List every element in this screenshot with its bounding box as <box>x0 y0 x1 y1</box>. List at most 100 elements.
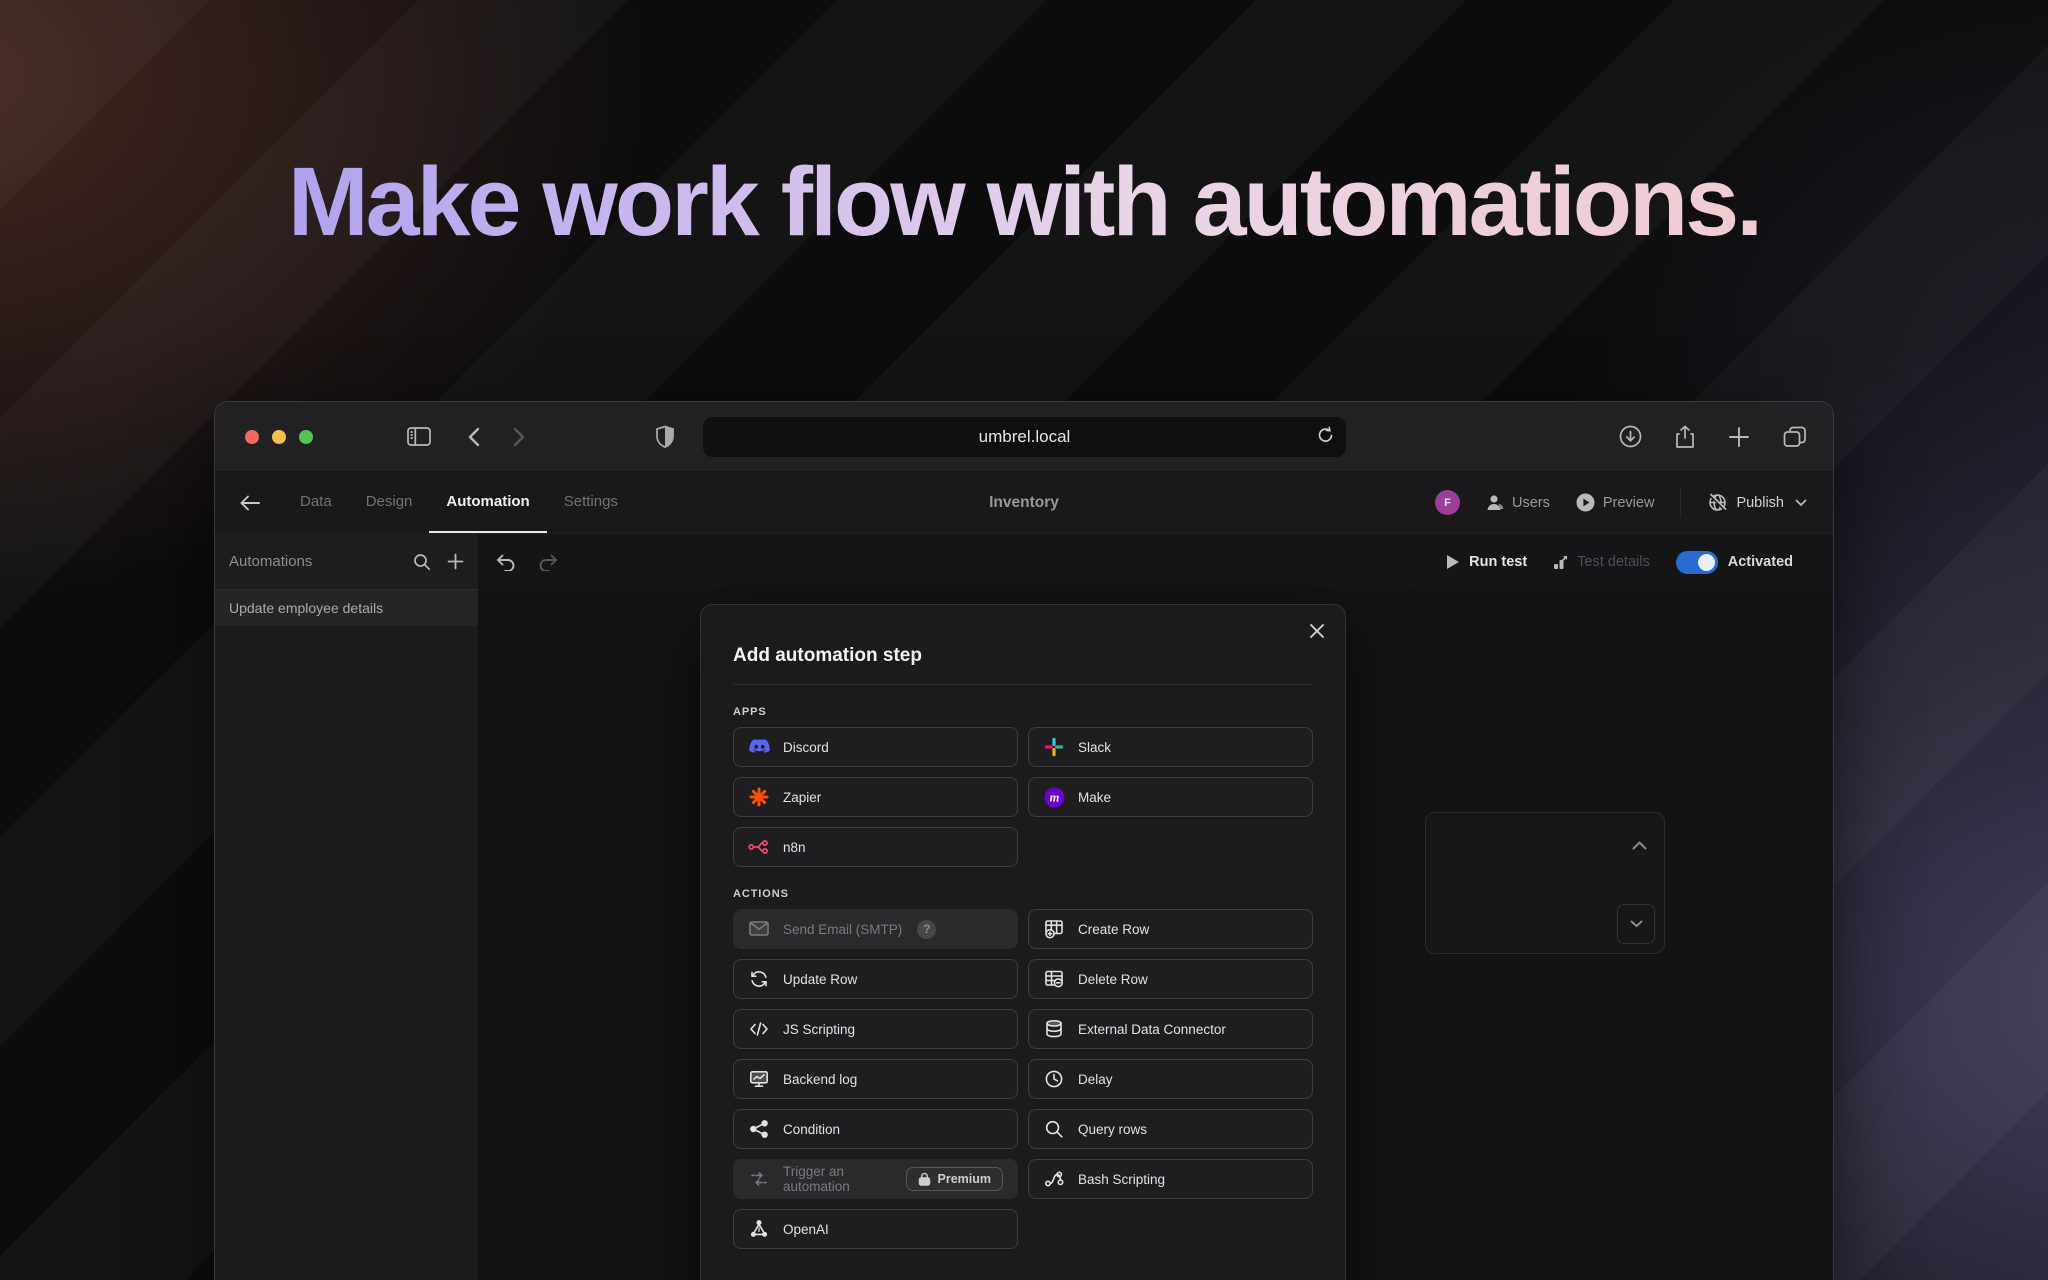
page-title: Make work flow with automations. <box>0 146 2048 258</box>
action-item-delete-row[interactable]: Delete Row <box>1028 959 1313 999</box>
monitor-icon <box>748 1068 770 1090</box>
undo-icon[interactable] <box>495 553 516 571</box>
share-icon[interactable] <box>1675 425 1695 449</box>
collapsed-dropdown[interactable] <box>1617 904 1655 944</box>
item-label: Delay <box>1078 1071 1113 1087</box>
action-item-delay[interactable]: Delay <box>1028 1059 1313 1099</box>
trigger-icon <box>748 1168 770 1190</box>
search-icon[interactable] <box>413 553 431 571</box>
chevron-down-icon <box>1630 920 1642 928</box>
run-test-button[interactable]: Run test <box>1446 554 1527 570</box>
svg-text:m: m <box>1049 790 1059 804</box>
branch-icon <box>748 1118 770 1140</box>
item-label: JS Scripting <box>783 1021 856 1037</box>
action-item-backend-log[interactable]: Backend log <box>733 1059 1018 1099</box>
add-automation-icon[interactable] <box>447 553 464 571</box>
item-label: Discord <box>783 739 829 755</box>
item-label: Update Row <box>783 971 858 987</box>
zapier-icon <box>748 786 770 808</box>
create-row-icon <box>1043 918 1065 940</box>
make-icon: m <box>1043 786 1065 808</box>
back-button[interactable] <box>467 427 480 447</box>
downloads-icon[interactable] <box>1619 425 1642 449</box>
actions-section-label: ACTIONS <box>733 888 789 900</box>
url-text: umbrel.local <box>978 427 1071 446</box>
privacy-shield-icon[interactable] <box>655 425 675 449</box>
delete-row-icon <box>1043 968 1065 990</box>
offline-globe-icon <box>1707 492 1728 513</box>
item-label: Create Row <box>1078 921 1150 937</box>
tab-design[interactable]: Design <box>349 472 430 533</box>
tab-settings[interactable]: Settings <box>547 472 635 533</box>
app-item-slack[interactable]: Slack <box>1028 727 1313 767</box>
item-label: Make <box>1078 789 1112 805</box>
new-tab-icon[interactable] <box>1728 425 1750 449</box>
database-icon <box>1043 1018 1065 1040</box>
app-item-zapier[interactable]: Zapier <box>733 777 1018 817</box>
close-icon[interactable] <box>1309 623 1325 639</box>
item-label: OpenAI <box>783 1221 829 1237</box>
item-label: Send Email (SMTP) <box>783 921 903 937</box>
app-item-discord[interactable]: Discord <box>733 727 1018 767</box>
action-item-js-scripting[interactable]: JS Scripting <box>733 1009 1018 1049</box>
n8n-icon <box>748 836 770 858</box>
add-step-modal: Add automation step APPS Discord Slack Zap… <box>700 604 1346 1280</box>
minimize-window-button[interactable] <box>272 429 286 444</box>
action-item-external-data-connector[interactable]: External Data Connector <box>1028 1009 1313 1049</box>
browser-window: umbrel.local Inventory Data Design Autom… <box>214 401 1834 1280</box>
address-bar[interactable]: umbrel.local <box>703 417 1346 457</box>
close-window-button[interactable] <box>245 429 259 444</box>
discord-icon <box>748 736 770 758</box>
tab-automation[interactable]: Automation <box>429 472 547 533</box>
item-label: External Data Connector <box>1078 1021 1226 1037</box>
app-item-n8n[interactable]: n8n <box>733 827 1018 867</box>
app-back-icon[interactable] <box>239 495 261 511</box>
sidebar-toggle-icon[interactable] <box>407 427 431 446</box>
action-item-condition[interactable]: Condition <box>733 1109 1018 1149</box>
openai-icon <box>748 1218 770 1240</box>
automations-panel-title: Automations <box>229 553 313 570</box>
action-item-query-rows[interactable]: Query rows <box>1028 1109 1313 1149</box>
automation-toolbar: Automations Run test Test details Activa… <box>215 534 1833 590</box>
preview-play-icon <box>1576 493 1595 512</box>
forward-button[interactable] <box>513 427 526 447</box>
activated-label: Activated <box>1727 554 1793 570</box>
preview-button[interactable]: Preview <box>1576 493 1654 512</box>
nav-divider <box>1680 487 1682 518</box>
lock-icon <box>918 1172 931 1186</box>
test-details-button[interactable]: Test details <box>1553 554 1650 570</box>
activated-toggle[interactable] <box>1675 550 1718 574</box>
avatar[interactable]: F <box>1434 490 1460 515</box>
play-icon <box>1446 554 1460 570</box>
modal-divider <box>733 684 1313 685</box>
action-item-create-row[interactable]: Create Row <box>1028 909 1313 949</box>
item-label: Zapier <box>783 789 822 805</box>
chevron-down-icon <box>1795 499 1807 507</box>
sidebar-item[interactable]: Update employee details <box>215 590 478 626</box>
publish-button[interactable]: Publish <box>1707 492 1807 513</box>
users-icon <box>1486 494 1504 511</box>
action-item-openai[interactable]: OpenAI <box>733 1209 1018 1249</box>
premium-badge: Premium <box>905 1167 1003 1191</box>
chevron-up-icon[interactable] <box>1632 841 1647 850</box>
app-item-make[interactable]: m Make <box>1028 777 1313 817</box>
item-label: Query rows <box>1078 1121 1148 1137</box>
users-button[interactable]: Users <box>1486 494 1550 511</box>
app-nav: Inventory Data Design Automation Settings F… <box>215 472 1833 534</box>
item-label: Trigger an automation <box>783 1164 850 1194</box>
info-icon[interactable]: ? <box>917 919 937 939</box>
magnifier-icon <box>1043 1118 1065 1140</box>
tab-data[interactable]: Data <box>283 472 349 533</box>
zoom-window-button[interactable] <box>299 429 313 444</box>
action-item-trigger-an-automation: Trigger an automation Premium <box>733 1159 1018 1199</box>
action-item-update-row[interactable]: Update Row <box>733 959 1018 999</box>
clock-icon <box>1043 1068 1065 1090</box>
redo-icon[interactable] <box>538 553 559 571</box>
item-label: Delete Row <box>1078 971 1148 987</box>
email-icon <box>748 918 770 940</box>
apps-section-label: APPS <box>733 706 767 718</box>
reload-icon[interactable] <box>1317 425 1334 449</box>
automation-step-card <box>1425 812 1665 954</box>
tab-overview-icon[interactable] <box>1783 425 1807 449</box>
action-item-bash-scripting[interactable]: Bash Scripting <box>1028 1159 1313 1199</box>
